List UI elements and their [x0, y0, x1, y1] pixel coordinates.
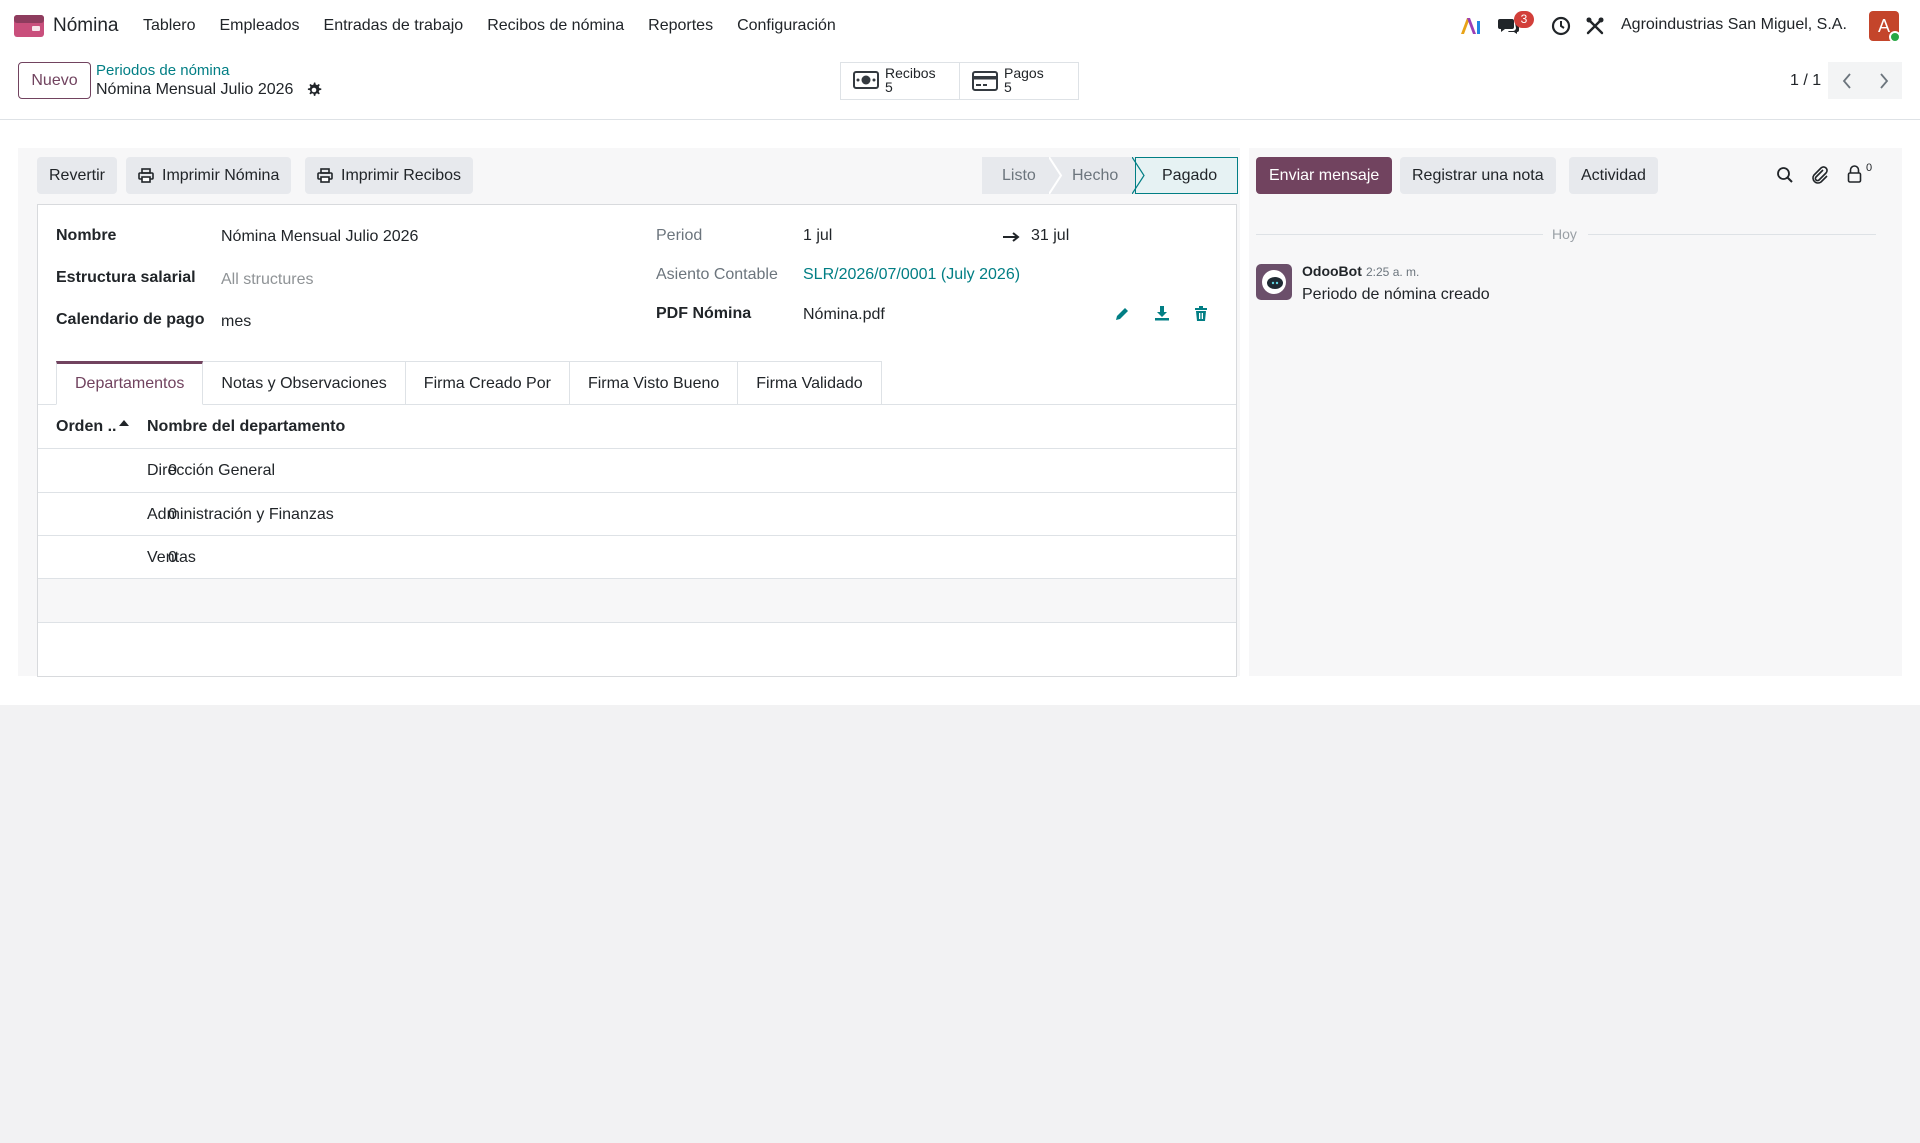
followers-count: 0: [1866, 162, 1873, 174]
calendar-label: Calendario de pago: [56, 311, 205, 328]
pdf-file-field[interactable]: Nómina.pdf: [803, 306, 885, 324]
activity-button[interactable]: Actividad: [1569, 157, 1658, 194]
printer-icon: [317, 168, 333, 183]
menu-item-payslips[interactable]: Recibos de nómina: [475, 17, 636, 35]
table-row[interactable]: 0 Dirección General: [38, 449, 1236, 492]
tab-signature-created[interactable]: Firma Creado Por: [405, 361, 570, 405]
row-department-name: Dirección General: [147, 462, 276, 479]
print-receipts-label: Imprimir Recibos: [341, 166, 462, 184]
status-step-paid[interactable]: Pagado: [1135, 157, 1238, 194]
menu-item-employees[interactable]: Empleados: [207, 17, 311, 35]
breadcrumb-parent-link[interactable]: Periodos de nómina: [96, 62, 229, 79]
clock-icon[interactable]: [1549, 14, 1573, 38]
ai-icon[interactable]: [1458, 14, 1482, 38]
pencil-icon[interactable]: [1114, 306, 1132, 324]
status-bar: Listo Hecho Pagado: [982, 157, 1238, 194]
pdf-label: PDF Nómina: [656, 305, 752, 322]
print-payroll-label: Imprimir Nómina: [162, 166, 280, 184]
pager-previous-button[interactable]: [1828, 62, 1865, 99]
new-button[interactable]: Nuevo: [18, 62, 91, 99]
row-divider: [38, 622, 1236, 623]
send-message-button[interactable]: Enviar mensaje: [1256, 157, 1393, 194]
arrow-right-icon: [1003, 232, 1020, 242]
calendar-field[interactable]: mes: [221, 313, 251, 331]
notebook-tabs: Departamentos Notas y Observaciones Firm…: [56, 361, 882, 405]
column-header-order[interactable]: Orden ..: [56, 418, 116, 436]
chevron-left-icon: [1842, 72, 1851, 89]
credit-card-icon: [972, 71, 998, 93]
day-separator-line: [1256, 234, 1543, 235]
smart-button-receipts-label: Recibos: [885, 65, 936, 81]
smart-button-payments-count: 5: [1004, 79, 1012, 95]
table-row[interactable]: 0 Ventas: [38, 536, 1236, 579]
paperclip-icon[interactable]: [1811, 165, 1829, 185]
print-payroll-button[interactable]: Imprimir Nómina: [126, 157, 292, 194]
chevron-right-icon: [1879, 72, 1888, 89]
journal-entry-label: Asiento Contable: [656, 266, 778, 283]
menu-item-dashboard[interactable]: Tablero: [131, 17, 207, 35]
period-label: Period: [656, 227, 703, 244]
control-panel: Nuevo Periodos de nómina Nómina Mensual …: [0, 52, 1920, 120]
name-field[interactable]: Nómina Mensual Julio 2026: [221, 228, 418, 246]
breadcrumb-current: Nómina Mensual Julio 2026: [96, 81, 294, 98]
status-step-ready[interactable]: Listo: [982, 157, 1052, 194]
company-switcher[interactable]: Agroindustrias San Miguel, S.A.: [1621, 16, 1847, 34]
tab-signature-validated[interactable]: Firma Validado: [738, 361, 882, 405]
status-arrow-divider: [1132, 157, 1145, 194]
payroll-app-icon[interactable]: [14, 15, 44, 37]
menu-item-reports[interactable]: Reportes: [636, 17, 725, 35]
status-step-done[interactable]: Hecho: [1052, 157, 1135, 194]
log-note-button[interactable]: Registrar una nota: [1400, 157, 1556, 194]
pager-value[interactable]: 1 / 1: [1790, 72, 1821, 90]
print-receipts-button[interactable]: Imprimir Recibos: [305, 157, 474, 194]
row-department-name: Administración y Finanzas: [147, 506, 334, 523]
app-name[interactable]: Nómina: [53, 15, 118, 37]
gear-icon[interactable]: [306, 82, 322, 98]
online-status-dot: [1889, 31, 1901, 43]
row-department-name: Ventas: [147, 549, 196, 566]
smart-button-receipts[interactable]: Recibos 5: [840, 62, 960, 100]
pager-next-button[interactable]: [1865, 62, 1902, 99]
trash-icon[interactable]: [1194, 306, 1212, 324]
day-separator-line: [1588, 234, 1876, 235]
period-end-field[interactable]: 31 jul: [1031, 227, 1069, 245]
message-time: 2:25 a. m.: [1366, 265, 1420, 279]
tab-signature-approved[interactable]: Firma Visto Bueno: [569, 361, 739, 405]
name-label: Nombre: [56, 227, 117, 244]
followers-lock-icon[interactable]: [1847, 165, 1862, 183]
menu-item-configuration[interactable]: Configuración: [725, 17, 848, 35]
odoobot-avatar: [1256, 264, 1292, 300]
smart-button-payments[interactable]: Pagos 5: [959, 62, 1079, 100]
message-body: Periodo de nómina creado: [1302, 286, 1490, 303]
empty-row: [38, 579, 1236, 622]
sort-ascending-icon: [119, 420, 129, 426]
money-icon: [853, 71, 879, 93]
search-icon[interactable]: [1776, 166, 1794, 184]
tools-icon[interactable]: [1583, 14, 1607, 38]
messages-count-badge: 3: [1514, 11, 1534, 28]
period-start-field[interactable]: 1 jul: [803, 227, 832, 245]
smart-button-receipts-count: 5: [885, 79, 893, 95]
menu-item-work-entries[interactable]: Entradas de trabajo: [312, 17, 476, 35]
column-header-department[interactable]: Nombre del departamento: [147, 418, 345, 436]
printer-icon: [138, 168, 154, 183]
message-author[interactable]: OdooBot: [1302, 263, 1362, 279]
structure-label: Estructura salarial: [56, 269, 196, 286]
structure-field[interactable]: All structures: [221, 271, 313, 289]
revert-button[interactable]: Revertir: [37, 157, 118, 194]
journal-entry-link[interactable]: SLR/2026/07/0001 (July 2026): [803, 266, 1020, 284]
tab-departments[interactable]: Departamentos: [56, 361, 204, 405]
table-row[interactable]: 0 Administración y Finanzas: [38, 493, 1236, 536]
tab-notes[interactable]: Notas y Observaciones: [203, 361, 406, 405]
download-icon[interactable]: [1154, 305, 1172, 323]
day-separator: Hoy: [1552, 226, 1577, 242]
revert-button-label: Revertir: [49, 166, 106, 184]
top-navbar: Nómina Tablero Empleados Entradas de tra…: [0, 0, 1920, 52]
main-menu: Tablero Empleados Entradas de trabajo Re…: [131, 0, 848, 52]
status-arrow-divider: [1049, 157, 1063, 194]
smart-button-payments-label: Pagos: [1004, 65, 1044, 81]
